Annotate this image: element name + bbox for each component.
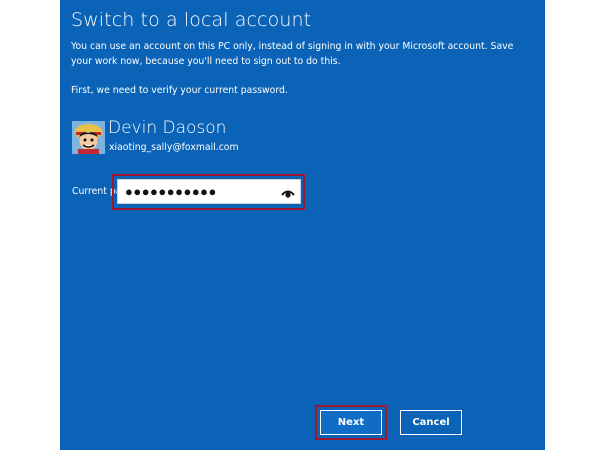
current-password-input[interactable]: ●●●●●●●●●●● xyxy=(117,179,301,204)
eye-icon[interactable] xyxy=(281,186,295,198)
verify-instruction: First, we need to verify your current pa… xyxy=(71,85,288,96)
next-button[interactable]: Next xyxy=(320,410,382,435)
dialog-title: Switch to a local account xyxy=(71,9,312,31)
user-name: Devin Daoson xyxy=(108,118,227,138)
password-value: ●●●●●●●●●●● xyxy=(125,184,217,199)
local-account-dialog: Switch to a local account You can use an… xyxy=(60,0,545,450)
cancel-button[interactable]: Cancel xyxy=(400,410,462,435)
user-avatar-icon xyxy=(72,121,105,154)
user-email: xiaoting_sally@foxmail.com xyxy=(109,142,239,153)
dialog-description: You can use an account on this PC only, … xyxy=(71,41,514,67)
